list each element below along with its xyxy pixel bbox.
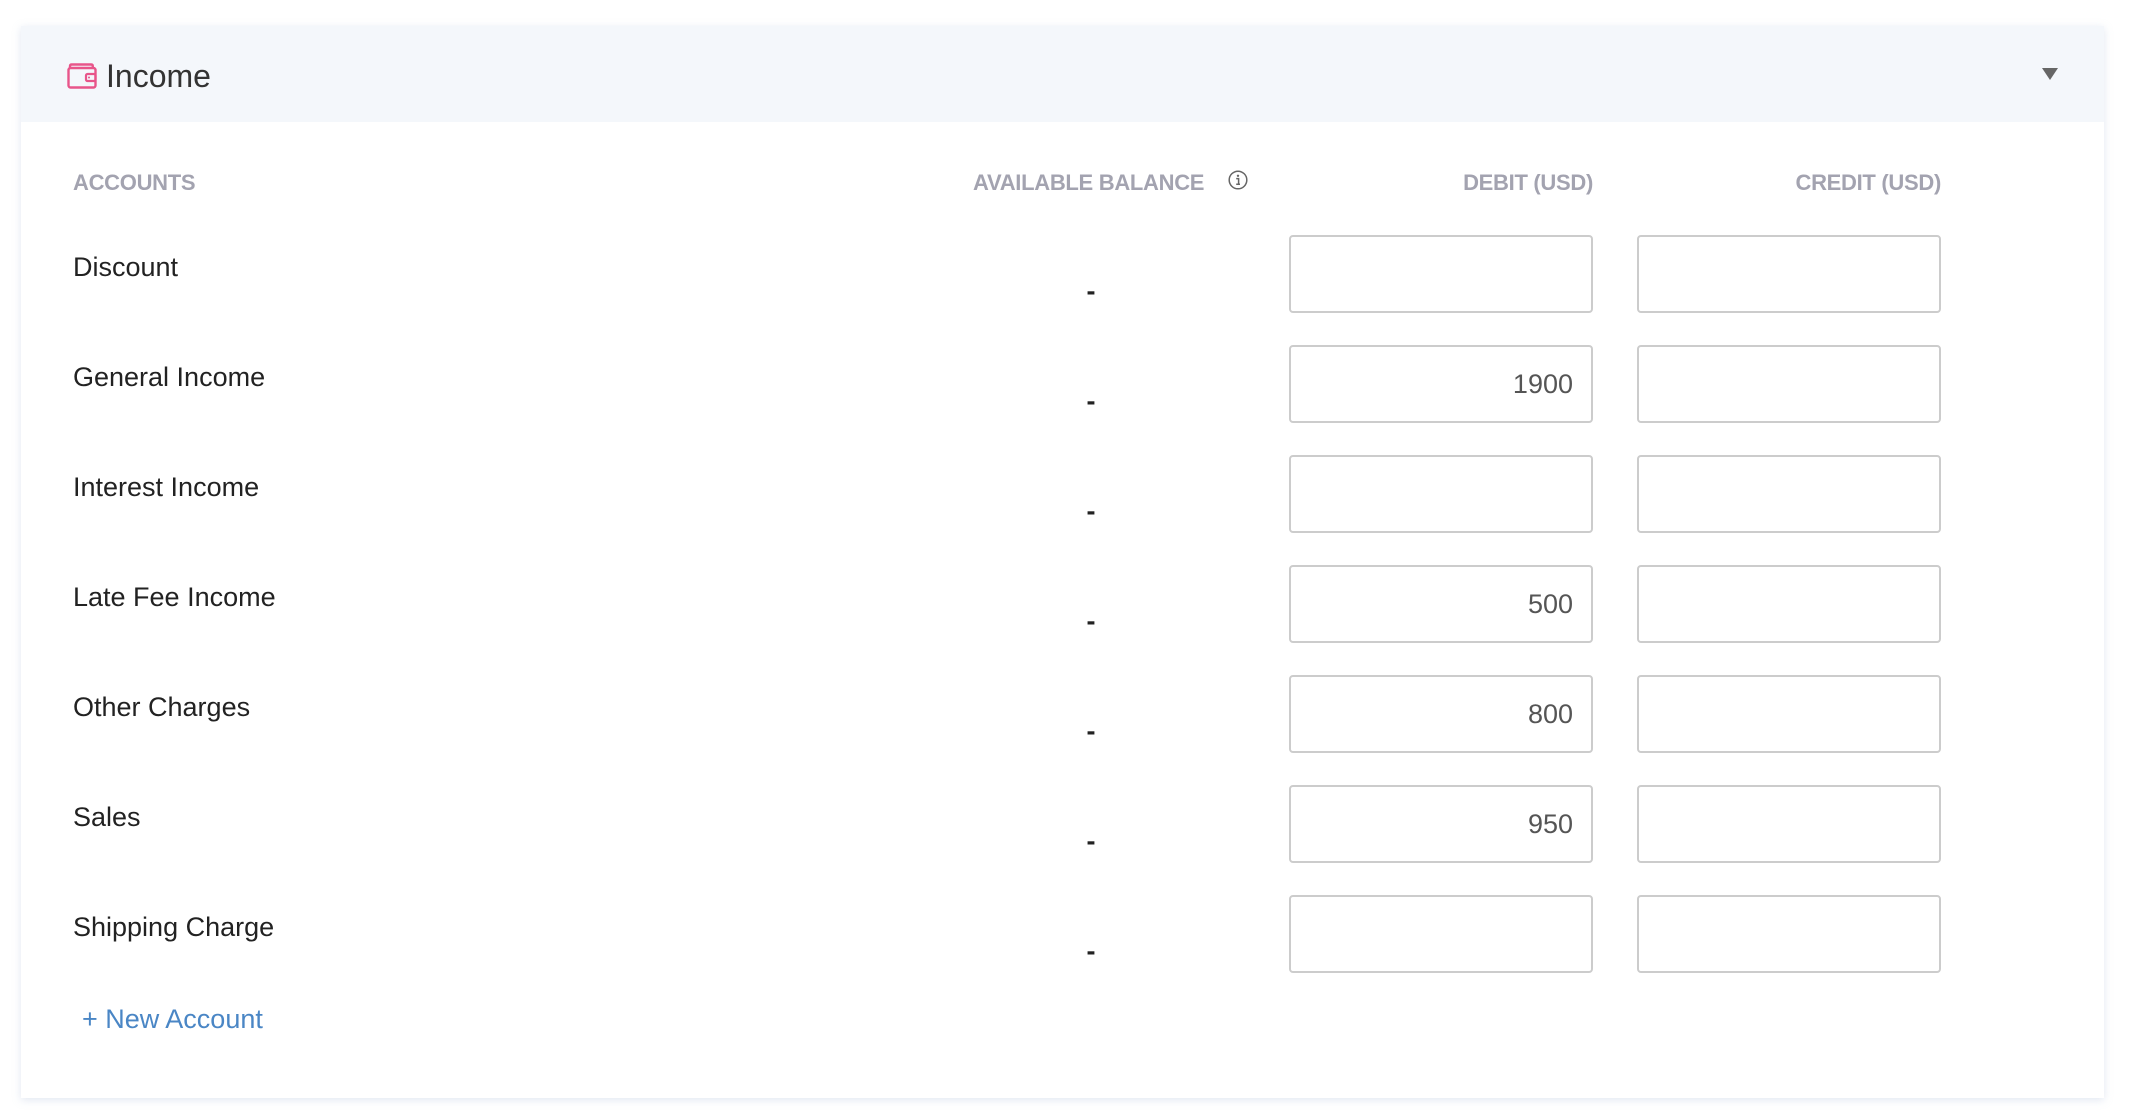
account-name: Sales bbox=[73, 802, 141, 832]
section-title: Income bbox=[106, 58, 211, 94]
available-balance: - bbox=[1086, 606, 1096, 636]
account-name: Interest Income bbox=[73, 472, 260, 502]
column-header-debit: DEBIT (USD) bbox=[1463, 170, 1593, 195]
available-balance: - bbox=[1086, 936, 1096, 966]
available-balance: - bbox=[1086, 386, 1096, 416]
debit-input[interactable] bbox=[1289, 895, 1593, 973]
available-balance: - bbox=[1086, 496, 1096, 526]
available-balance: - bbox=[1086, 716, 1096, 746]
available-balance: - bbox=[1086, 276, 1096, 306]
credit-input[interactable] bbox=[1637, 455, 1941, 533]
info-icon[interactable] bbox=[1228, 170, 1248, 190]
account-name: Shipping Charge bbox=[73, 912, 275, 942]
debit-input[interactable] bbox=[1289, 565, 1593, 643]
credit-input[interactable] bbox=[1637, 895, 1941, 973]
debit-input[interactable] bbox=[1289, 675, 1593, 753]
income-section-card: Income ACCOUNTS AVAILABLE BALANCE DEBIT … bbox=[21, 26, 2104, 1098]
available-balance: - bbox=[1086, 826, 1096, 856]
account-name: Discount bbox=[73, 252, 179, 282]
column-header-accounts: ACCOUNTS bbox=[73, 170, 196, 195]
debit-input[interactable] bbox=[1289, 235, 1593, 313]
wallet-icon bbox=[67, 63, 97, 89]
account-name: Other Charges bbox=[73, 692, 251, 722]
account-name: General Income bbox=[73, 362, 266, 392]
credit-input[interactable] bbox=[1637, 785, 1941, 863]
debit-input[interactable] bbox=[1289, 345, 1593, 423]
credit-input[interactable] bbox=[1637, 235, 1941, 313]
debit-input[interactable] bbox=[1289, 785, 1593, 863]
new-account-link[interactable]: + New Account bbox=[82, 1002, 263, 1036]
credit-input[interactable] bbox=[1637, 345, 1941, 423]
debit-input[interactable] bbox=[1289, 455, 1593, 533]
credit-input[interactable] bbox=[1637, 565, 1941, 643]
caret-down-icon[interactable] bbox=[2042, 68, 2058, 80]
account-name: Late Fee Income bbox=[73, 582, 276, 612]
table-row: Shipping Charge - bbox=[21, 895, 2104, 1021]
column-header-credit: CREDIT (USD) bbox=[1795, 170, 1941, 195]
credit-input[interactable] bbox=[1637, 675, 1941, 753]
section-header[interactable]: Income bbox=[21, 26, 2104, 122]
column-header-available-balance: AVAILABLE BALANCE bbox=[973, 170, 1205, 195]
